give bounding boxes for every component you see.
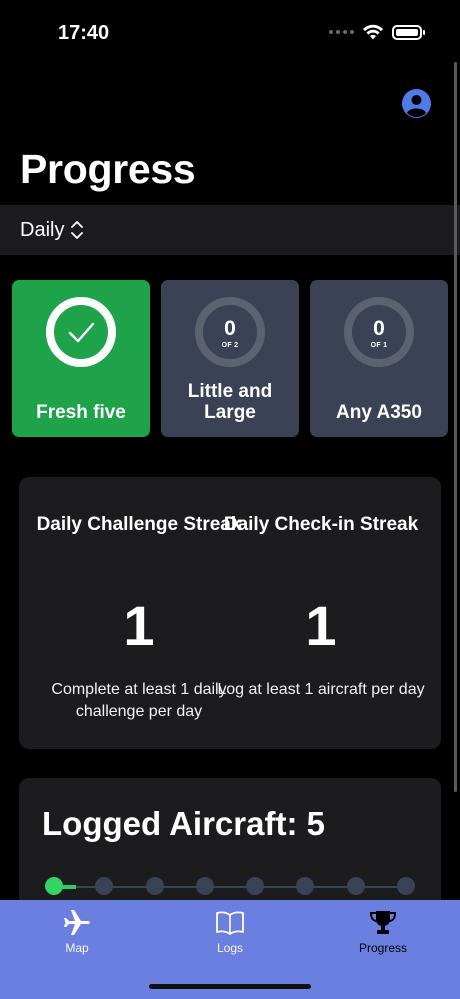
challenge-label: Little and Large (187, 381, 273, 423)
streak-description: Complete at least 1 daily challenge per … (51, 681, 227, 720)
tab-logs[interactable]: Logs (170, 908, 290, 955)
status-time: 17:40 (58, 22, 110, 44)
milestone-node (246, 877, 265, 895)
milestone-node (397, 877, 415, 895)
tab-label: Logs (216, 941, 244, 955)
streak-value: 1 (305, 594, 337, 657)
profile-button[interactable] (402, 89, 431, 118)
status-icons (329, 24, 425, 40)
battery-icon (392, 24, 425, 40)
airplane-icon (64, 910, 90, 935)
page-title: Progress (20, 146, 196, 192)
daily-check-in-streak: Daily Check-in Streak 1 Log at least 1 a… (216, 511, 426, 701)
home-indicator (149, 984, 311, 989)
milestone-track (45, 877, 415, 895)
period-label: Daily (20, 218, 65, 241)
cellular-signal-icon (329, 30, 354, 34)
daily-challenge-streak: Daily Challenge Streak 1 Complete at lea… (34, 511, 244, 723)
challenge-count: 0 (224, 317, 236, 340)
milestone-node (195, 877, 214, 895)
person-icon (407, 95, 426, 118)
streak-title: Daily Check-in Streak (223, 514, 419, 535)
streaks-card: Daily Challenge Streak 1 Complete at lea… (19, 477, 441, 749)
streak-title: Daily Challenge Streak (36, 514, 242, 535)
status-bar: 17:40 (0, 0, 460, 70)
challenge-card-any-a350[interactable]: 0 OF 1 Any A350 (310, 280, 448, 437)
milestone-node (145, 877, 164, 895)
tab-label: Progress (358, 941, 408, 955)
challenge-label: Fresh five (36, 402, 126, 423)
milestone-node (95, 877, 114, 895)
challenge-target: OF 1 (370, 342, 388, 349)
scrollbar[interactable] (454, 62, 457, 792)
tab-progress[interactable]: Progress (323, 908, 443, 955)
chevron-up-down-icon (71, 221, 84, 239)
wifi-icon (363, 24, 383, 40)
challenge-card-fresh-five[interactable]: Fresh five (12, 280, 150, 437)
challenge-card-little-and-large[interactable]: 0 OF 2 Little and Large (161, 280, 299, 437)
checkmark-ring-icon (46, 297, 116, 367)
streak-description: Log at least 1 aircraft per day (217, 681, 425, 698)
period-selector[interactable]: Daily (0, 205, 460, 255)
daily-challenges: Fresh five 0 OF 2 Little and Large 0 OF … (12, 280, 448, 437)
challenge-target: OF 2 (221, 342, 239, 349)
tab-map[interactable]: Map (17, 908, 137, 955)
milestone-node (45, 877, 63, 895)
tab-label: Map (65, 941, 89, 955)
milestone-node (296, 877, 315, 895)
logged-aircraft-title: Logged Aircraft: 5 (42, 805, 325, 842)
streak-value: 1 (123, 594, 155, 657)
challenge-label: Any A350 (336, 402, 422, 423)
trophy-icon (369, 911, 397, 934)
challenge-count: 0 (373, 317, 385, 340)
book-icon (216, 911, 244, 935)
milestone-node (346, 877, 365, 895)
